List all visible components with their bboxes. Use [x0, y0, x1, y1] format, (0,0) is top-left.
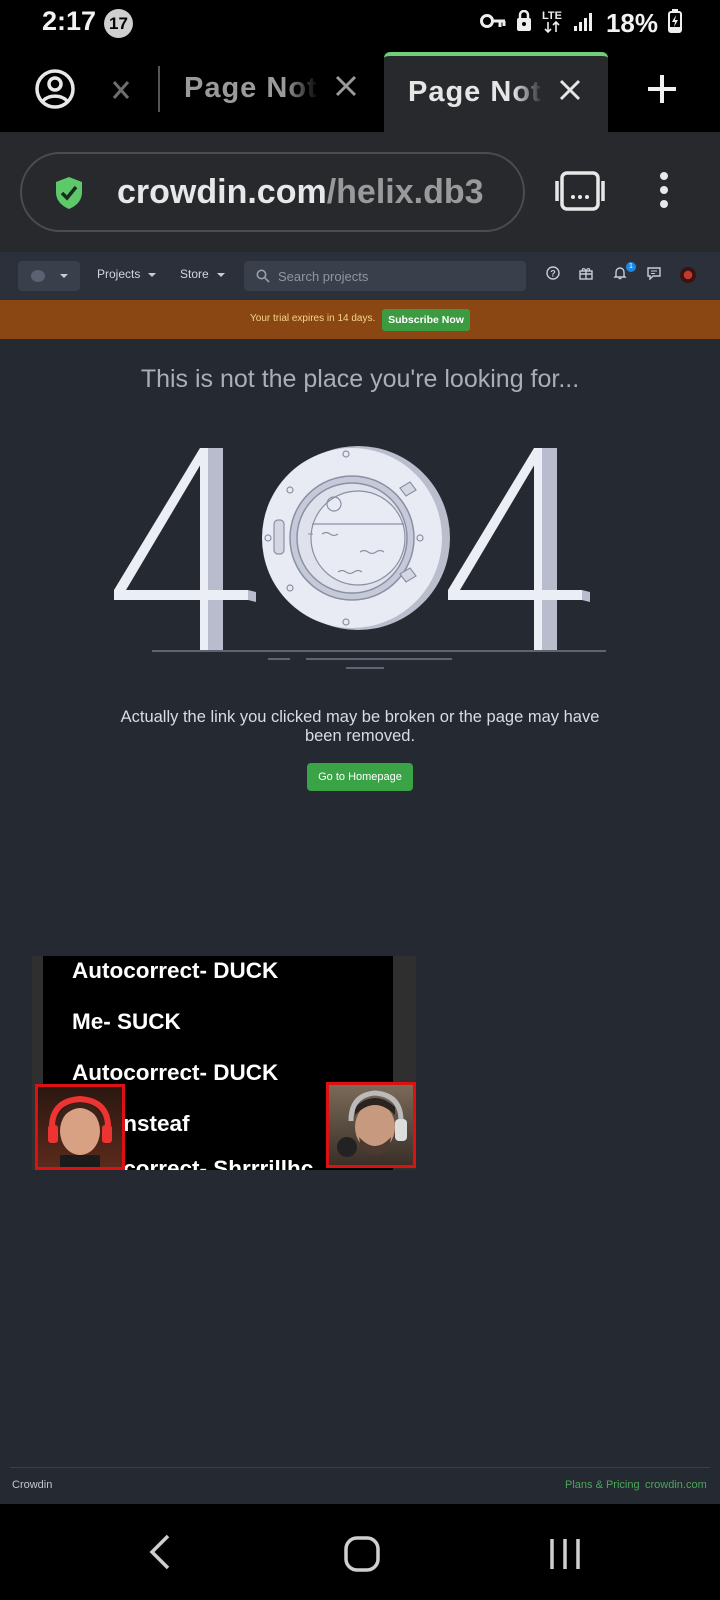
- address-bar[interactable]: crowdin.com/helix.db3: [20, 152, 525, 232]
- url-path: /helix.db3: [326, 173, 484, 211]
- gift-icon[interactable]: [579, 266, 593, 285]
- help-icon[interactable]: ?: [546, 266, 560, 285]
- floating-video-player[interactable]: Autocorrect- DUCK Me- SUCK Autocorrect- …: [32, 956, 416, 1170]
- plans-pricing-link[interactable]: Plans & Pricing: [565, 1479, 640, 1491]
- video-caption-line: Autocorrect- DUCK: [72, 1060, 279, 1085]
- nav-store-label: Store: [180, 267, 209, 281]
- error-headline: This is not the place you're looking for…: [140, 365, 580, 393]
- tab-title: Page Not Found: [184, 72, 319, 104]
- webcam-right: [326, 1082, 416, 1168]
- search-icon: [256, 269, 270, 288]
- partial-tab-close-icon[interactable]: [112, 75, 130, 107]
- home-icon[interactable]: [344, 1536, 380, 1577]
- crowdin-logo-icon: [31, 270, 45, 282]
- porthole-zero-icon: [262, 446, 450, 630]
- recent-apps-icon[interactable]: [548, 1537, 582, 1576]
- lte-icon: LTE: [542, 8, 564, 39]
- bell-icon[interactable]: [613, 266, 627, 285]
- footer-divider: [10, 1467, 710, 1468]
- go-to-homepage-button[interactable]: Go to Homepage: [307, 763, 413, 791]
- crowdin-logo-menu[interactable]: [18, 261, 80, 291]
- webcam-left: [35, 1084, 125, 1170]
- browser-tab-strip: Page Not Found Page Not Found: [0, 48, 720, 132]
- video-caption-line: Me- SUCK: [72, 1009, 181, 1034]
- subscribe-now-button[interactable]: Subscribe Now: [382, 309, 470, 331]
- tab-page-not-found-active[interactable]: Page Not Found: [384, 52, 608, 132]
- battery-charging-icon: [668, 9, 682, 38]
- messages-icon[interactable]: [647, 266, 661, 285]
- footer-brand: Crowdin: [12, 1479, 53, 1491]
- signal-icon: [573, 10, 596, 37]
- browser-menu-icon[interactable]: [658, 172, 670, 213]
- chevron-down-icon: [216, 272, 225, 277]
- trial-banner: Your trial expires in 14 days. Subscribe…: [0, 300, 720, 339]
- nav-projects-label: Projects: [97, 267, 141, 281]
- browser-toolbar: crowdin.com/helix.db3: [0, 132, 720, 252]
- tab-title: Page Not Found: [408, 76, 543, 108]
- status-bar: 2:17 17 LTE 18%: [0, 0, 720, 48]
- svg-text:LTE: LTE: [542, 10, 562, 22]
- vpn-key-icon: [479, 12, 506, 35]
- url-domain: crowdin.com: [117, 173, 327, 211]
- chevron-down-icon: [148, 272, 157, 277]
- tab-close-icon[interactable]: [335, 75, 357, 102]
- tab-page-not-found-inactive[interactable]: Page Not Found: [184, 72, 384, 112]
- status-icons: LTE 18%: [479, 8, 682, 39]
- tab-close-icon[interactable]: [559, 79, 581, 106]
- tab-divider: [158, 66, 160, 112]
- back-icon[interactable]: [148, 1534, 172, 1575]
- new-tab-plus-icon[interactable]: [647, 74, 677, 109]
- crowdin-top-nav: Projects Store ? 1: [0, 252, 720, 300]
- notification-count-badge: 17: [104, 9, 133, 38]
- nav-store[interactable]: Store: [180, 267, 225, 281]
- user-avatar[interactable]: [680, 267, 696, 283]
- search-input[interactable]: [278, 261, 518, 291]
- web-page: Projects Store ? 1 Your trial expires in…: [0, 252, 720, 1504]
- digit-four-right: [448, 448, 590, 650]
- digit-four-left: [114, 448, 256, 650]
- lock-icon: [516, 9, 532, 37]
- account-icon[interactable]: [34, 68, 76, 115]
- error-404-illustration: 4 4: [108, 442, 608, 687]
- secure-shield-icon[interactable]: [54, 176, 84, 215]
- status-time: 2:17: [42, 6, 97, 36]
- system-nav-bar: [0, 1504, 720, 1600]
- trial-text: Your trial expires in 14 days.: [250, 313, 376, 324]
- nav-projects[interactable]: Projects: [97, 267, 157, 281]
- chevron-down-icon: [60, 274, 68, 278]
- code-left: 4: [208, 671, 209, 673]
- notification-dot-badge: 1: [626, 262, 636, 272]
- battery-percent: 18%: [605, 8, 658, 38]
- error-description: Actually the link you clicked may be bro…: [120, 708, 600, 745]
- tab-switcher-icon[interactable]: [555, 171, 605, 216]
- code-right: 4: [508, 671, 509, 673]
- project-search[interactable]: [244, 261, 526, 291]
- crowdin-site-link[interactable]: crowdin.com: [645, 1479, 707, 1491]
- svg-text:?: ?: [550, 269, 556, 279]
- url-text[interactable]: crowdin.com/helix.db3: [117, 173, 484, 212]
- video-caption-line: Autocorrect- DUCK: [72, 958, 279, 983]
